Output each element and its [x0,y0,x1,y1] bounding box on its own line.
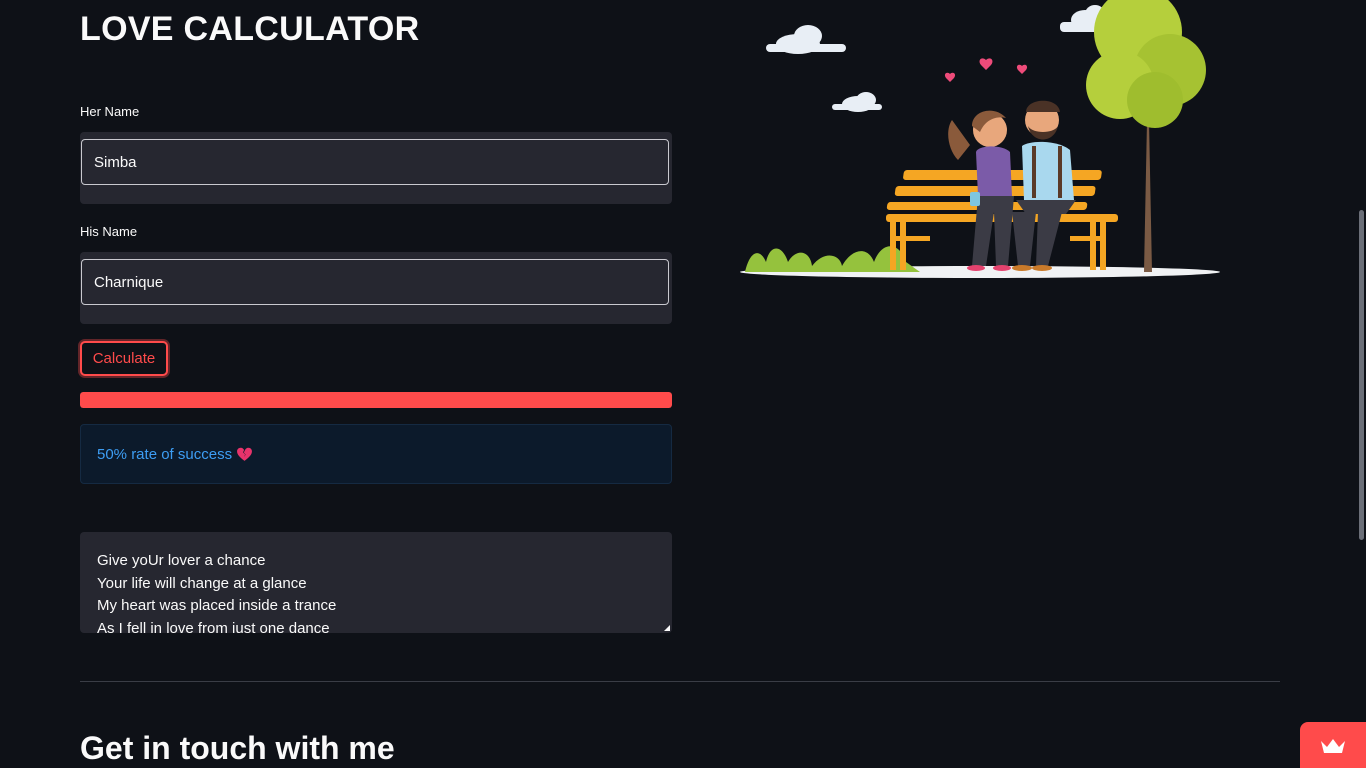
her-name-container [80,132,672,204]
contact-heading: Get in touch with me [80,730,395,766]
poem-line: Your life will change at a glance [97,574,307,592]
poem-line: Give yoUr lover a chance [97,552,266,569]
crown-icon [1321,739,1345,753]
broken-heart-icon [237,447,253,461]
cloud-icon [766,25,846,54]
progress-bar-fill [80,392,672,408]
resize-handle-icon[interactable] [664,625,670,631]
poem-textarea[interactable]: Give yoUr lover a chance Your life will … [80,532,672,633]
result-alert: 50% rate of success [80,424,672,484]
her-name-label: Her Name [80,104,140,119]
progress-bar [80,392,672,408]
his-name-container [80,252,672,324]
poem-line: As I fell in love from just one dance [97,619,330,634]
poem-line: My heart was placed inside a trance [97,597,337,614]
result-message: 50% rate of success [97,445,233,463]
calculate-button[interactable]: Calculate [80,341,168,376]
man-figure [1012,100,1076,271]
app-badge[interactable] [1300,722,1366,768]
scrollbar-thumb[interactable] [1359,210,1364,540]
his-name-input[interactable] [81,259,669,305]
cloud-icon [832,92,882,112]
page-title: LOVE CALCULATOR [80,10,420,48]
couple-on-bench-illustration [740,0,1220,278]
section-divider [80,681,1280,682]
heart-icon [944,58,1028,82]
her-name-input[interactable] [81,139,669,185]
his-name-label: His Name [80,224,138,239]
